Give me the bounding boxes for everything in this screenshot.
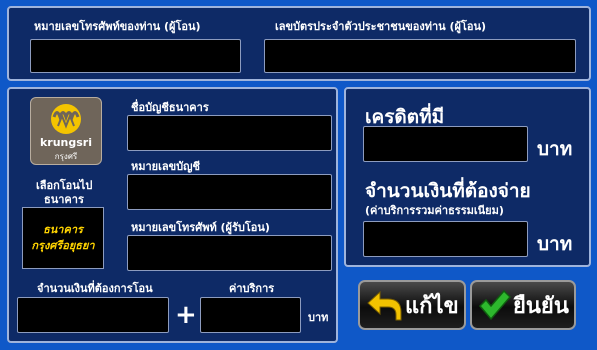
bank-logo: krungsri กรุงศรี [30, 97, 102, 165]
account-number-field[interactable] [127, 174, 332, 210]
checkmark-icon [478, 289, 511, 321]
back-arrow-icon [367, 290, 402, 321]
sender-phone-label: หมายเลขโทรศัพท์ของท่าน (ผู้โอน) [34, 20, 201, 33]
sender-info-panel: หมายเลขโทรศัพท์ของท่าน (ผู้โอน) เลขบัตรป… [7, 6, 591, 81]
edit-button[interactable]: แก้ไข [358, 280, 466, 330]
plus-icon: + [175, 300, 197, 330]
account-name-label: ชื่อบัญชีธนาคาร [131, 101, 209, 114]
recipient-phone-label: หมายเลขโทรศัพท์ (ผู้รับโอน) [131, 221, 270, 234]
sender-phone-field[interactable] [30, 39, 241, 73]
account-name-field[interactable] [127, 115, 332, 151]
account-number-label: หมายเลขบัญชี [131, 160, 200, 173]
logo-subtext: กรุงศรี [54, 152, 78, 161]
bank-name-line1: ธนาคาร [43, 223, 83, 236]
confirm-button[interactable]: ยืนยัน [470, 280, 576, 330]
credit-field [363, 126, 528, 162]
fee-field[interactable] [200, 297, 301, 333]
recipient-phone-field[interactable] [127, 235, 332, 271]
select-bank-label-2: ธนาคาร [44, 193, 84, 206]
amount-field[interactable] [17, 297, 169, 333]
credit-currency: บาท [537, 138, 573, 160]
pay-amount-field [363, 221, 528, 257]
pay-currency: บาท [537, 233, 573, 255]
bank-name-line2: กรุงศรีอยุธยา [31, 239, 95, 252]
confirm-button-label: ยืนยัน [513, 293, 569, 319]
selected-bank-button[interactable]: ธนาคาร กรุงศรีอยุธยา [22, 207, 104, 269]
fee-label: ค่าบริการ [229, 282, 275, 295]
sender-id-label: เลขบัตรประจำตัวประชาชนของท่าน (ผู้โอน) [275, 20, 487, 33]
pay-sub-label: (ค่าบริการรวมค่าธรรมเนียม) [365, 204, 504, 217]
fee-currency: บาท [308, 311, 329, 324]
amount-label: จำนวนเงินที่ต้องการโอน [37, 282, 153, 295]
edit-button-label: แก้ไข [405, 293, 459, 319]
sender-id-field[interactable] [264, 39, 576, 73]
logo-text: krungsri [39, 136, 93, 149]
